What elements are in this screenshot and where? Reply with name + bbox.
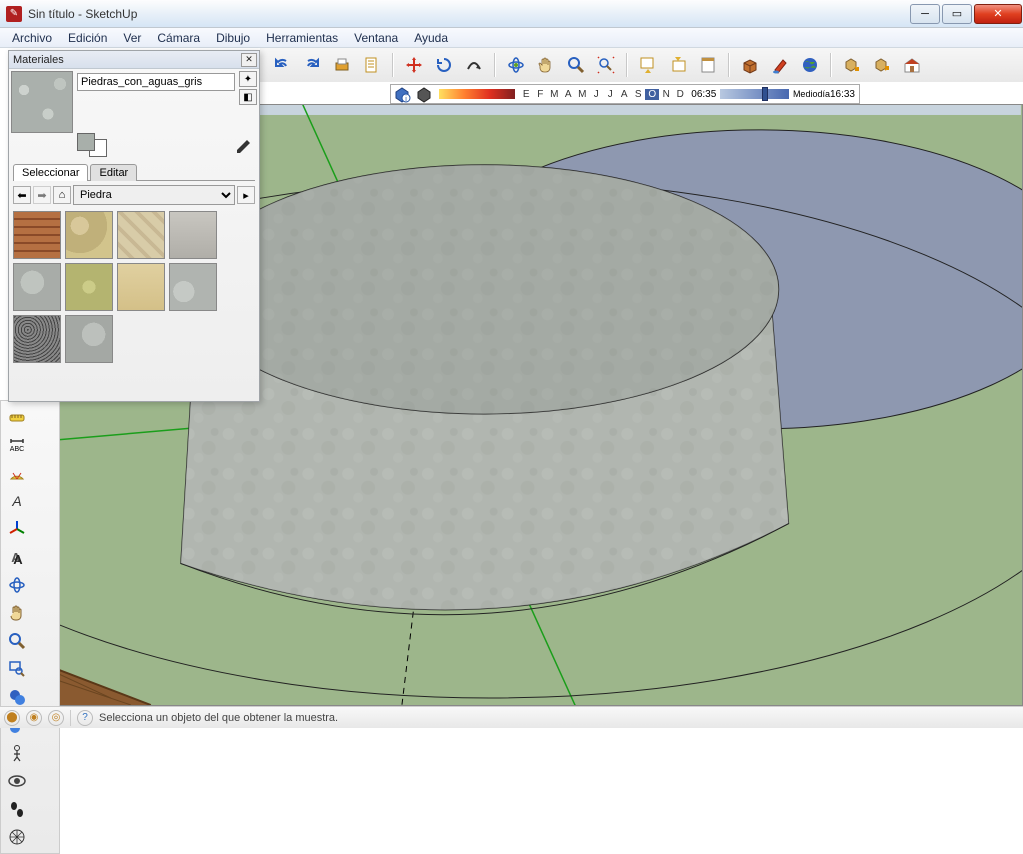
- redo-button[interactable]: [298, 51, 326, 79]
- swatch-piedra-losas[interactable]: [169, 211, 217, 259]
- shadow-settings-bar[interactable]: i E F M A M J J A S O N D 06:35 Mediodía…: [390, 84, 860, 104]
- share-model-icon[interactable]: [868, 51, 896, 79]
- material-name-input[interactable]: [77, 73, 235, 91]
- maximize-button[interactable]: ▭: [942, 4, 972, 24]
- protractor-icon[interactable]: [4, 460, 30, 486]
- status-hint: Selecciona un objeto del que obtener la …: [99, 712, 338, 724]
- materials-panel: Materiales ✕ ✦ ◧ Seleccionar: [8, 50, 260, 402]
- print-button[interactable]: [328, 51, 356, 79]
- walk-icon[interactable]: [4, 796, 30, 822]
- material-preview[interactable]: [11, 71, 73, 133]
- swatch-piedra-beige[interactable]: [117, 263, 165, 311]
- zoom-extents-icon[interactable]: [592, 51, 620, 79]
- app-icon: ✎: [6, 6, 22, 22]
- status-icon-1[interactable]: ⬤: [4, 710, 20, 726]
- axes-icon[interactable]: [4, 516, 30, 542]
- svg-text:A: A: [13, 552, 23, 567]
- get-models-icon[interactable]: [838, 51, 866, 79]
- status-icon-3[interactable]: ◎: [48, 710, 64, 726]
- status-bar: ⬤ ◉ ◎ ? Selecciona un objeto del que obt…: [0, 706, 1023, 728]
- library-select[interactable]: Piedra: [73, 185, 235, 205]
- 3d-text-icon[interactable]: AA: [4, 544, 30, 570]
- text-icon[interactable]: A: [4, 488, 30, 514]
- menu-ayuda[interactable]: Ayuda: [406, 29, 456, 47]
- tab-seleccionar[interactable]: Seleccionar: [13, 164, 88, 181]
- position-camera-icon[interactable]: [4, 740, 30, 766]
- component-icon[interactable]: [736, 51, 764, 79]
- menu-camara[interactable]: Cámara: [149, 29, 208, 47]
- shadow-info-icon[interactable]: i: [393, 85, 411, 103]
- pan-icon[interactable]: [532, 51, 560, 79]
- pan-tool-icon[interactable]: [4, 600, 30, 626]
- midday-label: Mediodía: [793, 89, 830, 99]
- fg-bg-swatch[interactable]: [77, 133, 107, 157]
- eyedropper-icon[interactable]: [233, 137, 253, 157]
- minimize-button[interactable]: ─: [910, 4, 940, 24]
- tape-measure-icon[interactable]: [4, 404, 30, 430]
- window-title-bar: ✎ Sin título - SketchUp ─ ▭ ✕: [0, 0, 1023, 28]
- nav-fwd-button[interactable]: ➡: [33, 186, 51, 204]
- nav-home-button[interactable]: ⌂: [53, 186, 71, 204]
- orbit-icon[interactable]: [502, 51, 530, 79]
- materials-title: Materiales: [13, 54, 64, 66]
- window-title: Sin título - SketchUp: [28, 7, 137, 21]
- paint-icon[interactable]: [766, 51, 794, 79]
- new-page-icon[interactable]: [694, 51, 722, 79]
- shadow-toggle-icon[interactable]: [415, 85, 433, 103]
- dimension-icon[interactable]: ABC: [4, 432, 30, 458]
- menu-dibujo[interactable]: Dibujo: [208, 29, 258, 47]
- left-tool-palette: ABC A AA: [0, 400, 60, 854]
- rotate-icon[interactable]: [430, 51, 458, 79]
- default-material-button[interactable]: ◧: [239, 89, 257, 105]
- time-start-label: 06:35: [691, 89, 716, 100]
- help-icon[interactable]: ?: [77, 710, 93, 726]
- swatch-piedra-arena[interactable]: [65, 211, 113, 259]
- move-icon[interactable]: [400, 51, 428, 79]
- menu-edicion[interactable]: Edición: [60, 29, 115, 47]
- menu-ventana[interactable]: Ventana: [346, 29, 406, 47]
- svg-text:A: A: [11, 493, 21, 509]
- swatch-piedra-granito[interactable]: [13, 315, 61, 363]
- earth-icon[interactable]: [796, 51, 824, 79]
- swatch-piedra-gris1[interactable]: [13, 263, 61, 311]
- section-plane-icon[interactable]: [4, 824, 30, 850]
- svg-text:ABC: ABC: [10, 446, 24, 453]
- menu-ver[interactable]: Ver: [115, 29, 149, 47]
- model-icon[interactable]: [358, 51, 386, 79]
- time-slider-handle[interactable]: [762, 87, 768, 101]
- library-menu-button[interactable]: ▸: [237, 186, 255, 204]
- warehouse-icon[interactable]: [898, 51, 926, 79]
- menu-archivo[interactable]: Archivo: [4, 29, 60, 47]
- status-icon-2[interactable]: ◉: [26, 710, 42, 726]
- orbit-tool-icon[interactable]: [4, 572, 30, 598]
- zoom-icon[interactable]: [562, 51, 590, 79]
- materials-close-button[interactable]: ✕: [241, 53, 257, 67]
- zoom-tool-icon[interactable]: [4, 628, 30, 654]
- swatch-piedra-gris2[interactable]: [169, 263, 217, 311]
- swatch-piedra-ladrillo[interactable]: [13, 211, 61, 259]
- next-view-icon[interactable]: [664, 51, 692, 79]
- materials-panel-header[interactable]: Materiales ✕: [9, 51, 259, 69]
- prev-view-icon[interactable]: [634, 51, 662, 79]
- zoom-window-icon[interactable]: [4, 656, 30, 682]
- tab-editar[interactable]: Editar: [90, 164, 137, 181]
- swatch-piedra-gris3[interactable]: [65, 315, 113, 363]
- close-button[interactable]: ✕: [974, 4, 1022, 24]
- time-end-label: 16:33: [830, 89, 855, 100]
- swatch-piedra-pared[interactable]: [117, 211, 165, 259]
- follow-icon[interactable]: [460, 51, 488, 79]
- create-material-button[interactable]: ✦: [239, 71, 257, 87]
- undo-button[interactable]: [268, 51, 296, 79]
- main-toolbar: [260, 48, 1023, 82]
- material-swatches: [9, 209, 259, 365]
- nav-back-button[interactable]: ⬅: [13, 186, 31, 204]
- look-around-icon[interactable]: [4, 768, 30, 794]
- swatch-piedra-verde[interactable]: [65, 263, 113, 311]
- menu-bar: Archivo Edición Ver Cámara Dibujo Herram…: [0, 28, 1023, 48]
- menu-herramientas[interactable]: Herramientas: [258, 29, 346, 47]
